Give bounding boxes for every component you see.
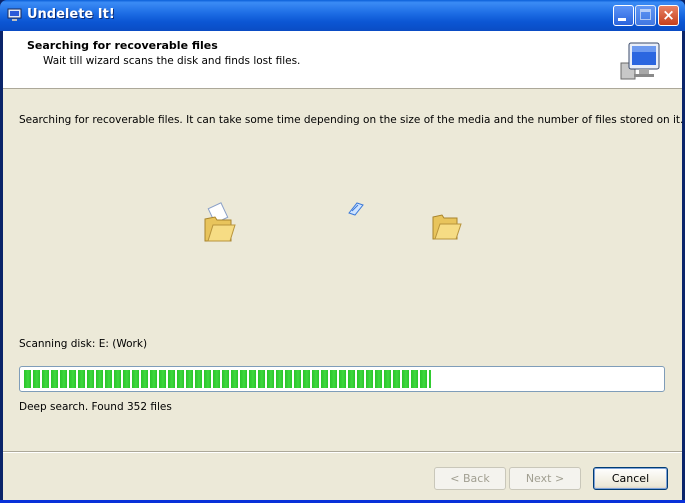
- close-icon: ×: [662, 6, 675, 24]
- maximize-button[interactable]: [635, 5, 656, 26]
- open-folder-with-document-icon: [204, 202, 236, 242]
- intro-text: Searching for recoverable files. It can …: [19, 114, 684, 126]
- window-title: Undelete It!: [27, 7, 115, 22]
- flying-paper-icon: [348, 202, 364, 216]
- header-subtitle: Wait till wizard scans the disk and find…: [43, 55, 301, 67]
- minimize-button[interactable]: [613, 5, 634, 26]
- next-button[interactable]: Next >: [509, 467, 581, 490]
- header-title: Searching for recoverable files: [27, 39, 218, 52]
- footer-divider: [3, 451, 682, 453]
- back-button[interactable]: < Back: [434, 467, 506, 490]
- open-folder-icon: [432, 214, 462, 240]
- file-transfer-animation: [204, 202, 462, 242]
- wizard-window: Undelete It! × Searching for recoverable…: [0, 0, 685, 503]
- scanning-disk-label: Scanning disk: E: (Work): [19, 338, 148, 350]
- wizard-header: Searching for recoverable files Wait til…: [3, 31, 682, 89]
- cancel-button[interactable]: Cancel: [593, 467, 668, 490]
- computer-monitor-icon: [620, 42, 660, 80]
- search-status: Deep search. Found 352 files: [19, 401, 172, 413]
- dialog-body: Searching for recoverable files Wait til…: [3, 31, 684, 500]
- app-monitor-icon: [7, 8, 22, 21]
- close-button[interactable]: ×: [658, 5, 679, 26]
- minimize-icon: [618, 18, 626, 21]
- progress-fill: [24, 370, 432, 388]
- maximize-icon: [640, 9, 651, 20]
- title-bar[interactable]: Undelete It! ×: [0, 0, 685, 31]
- scan-progress-bar: [19, 366, 665, 392]
